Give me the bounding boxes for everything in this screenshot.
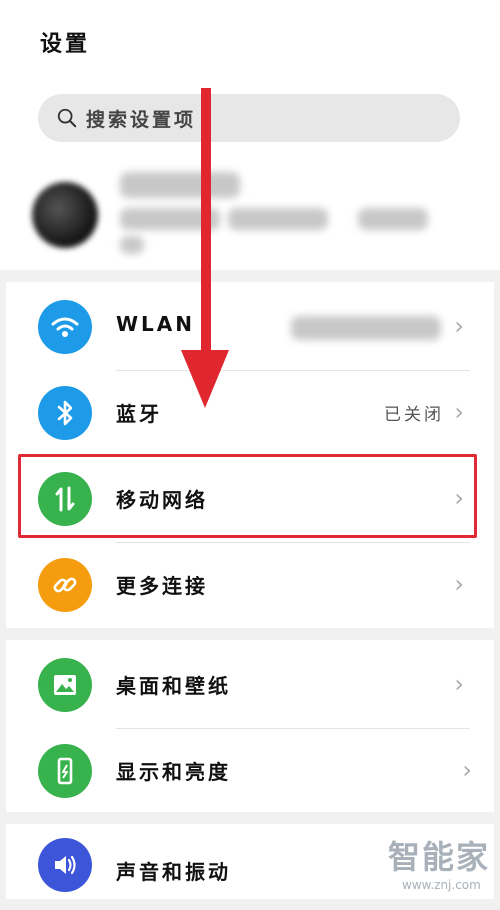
chevron-right-icon: › <box>454 570 464 598</box>
more-connections-label: 更多连接 <box>116 574 208 598</box>
more-connections-item[interactable]: 更多连接 › <box>6 542 494 628</box>
wlan-item[interactable]: WLAN › <box>6 284 494 370</box>
bluetooth-status: 已关闭 <box>384 405 444 425</box>
bluetooth-icon <box>38 386 92 440</box>
display-brightness-label: 显示和亮度 <box>116 760 231 784</box>
guide-arrow-head <box>181 350 229 408</box>
blurred-wifi-name <box>291 316 441 340</box>
wallpaper-icon <box>38 658 92 712</box>
blurred-account-name <box>120 172 240 198</box>
blurred-account-detail <box>228 208 328 230</box>
chevron-right-icon: › <box>454 398 464 426</box>
search-input[interactable]: 搜索设置项 <box>38 94 460 142</box>
sound-label: 声音和振动 <box>116 860 231 884</box>
search-icon <box>57 108 77 128</box>
avatar <box>32 182 98 248</box>
guide-arrow-shaft <box>201 88 211 358</box>
blurred-account-detail <box>358 208 428 230</box>
chevron-right-icon: › <box>454 670 464 698</box>
blurred-account-detail <box>120 236 144 254</box>
wlan-label: WLAN <box>116 312 196 336</box>
watermark-url: www.znj.com <box>402 878 481 892</box>
sound-icon <box>38 838 92 892</box>
page-title: 设置 <box>40 32 91 57</box>
account-card[interactable] <box>28 168 472 258</box>
display-brightness-item[interactable]: 显示和亮度 › <box>6 728 494 814</box>
display-section: 桌面和壁纸 › 显示和亮度 › <box>6 640 494 812</box>
bluetooth-item[interactable]: 蓝牙 已关闭 › <box>6 370 494 456</box>
highlight-box <box>18 454 477 538</box>
search-placeholder: 搜索设置项 <box>86 108 197 131</box>
wallpaper-item[interactable]: 桌面和壁纸 › <box>6 642 494 728</box>
wifi-icon <box>38 300 92 354</box>
bluetooth-label: 蓝牙 <box>116 402 162 426</box>
link-icon <box>38 558 92 612</box>
chevron-right-icon: › <box>454 312 464 340</box>
chevron-right-icon: › <box>462 756 472 784</box>
watermark: 智能家 www.znj.com <box>388 832 490 892</box>
wallpaper-label: 桌面和壁纸 <box>116 674 231 698</box>
display-icon <box>38 744 92 798</box>
watermark-text: 智能家 <box>388 838 491 876</box>
